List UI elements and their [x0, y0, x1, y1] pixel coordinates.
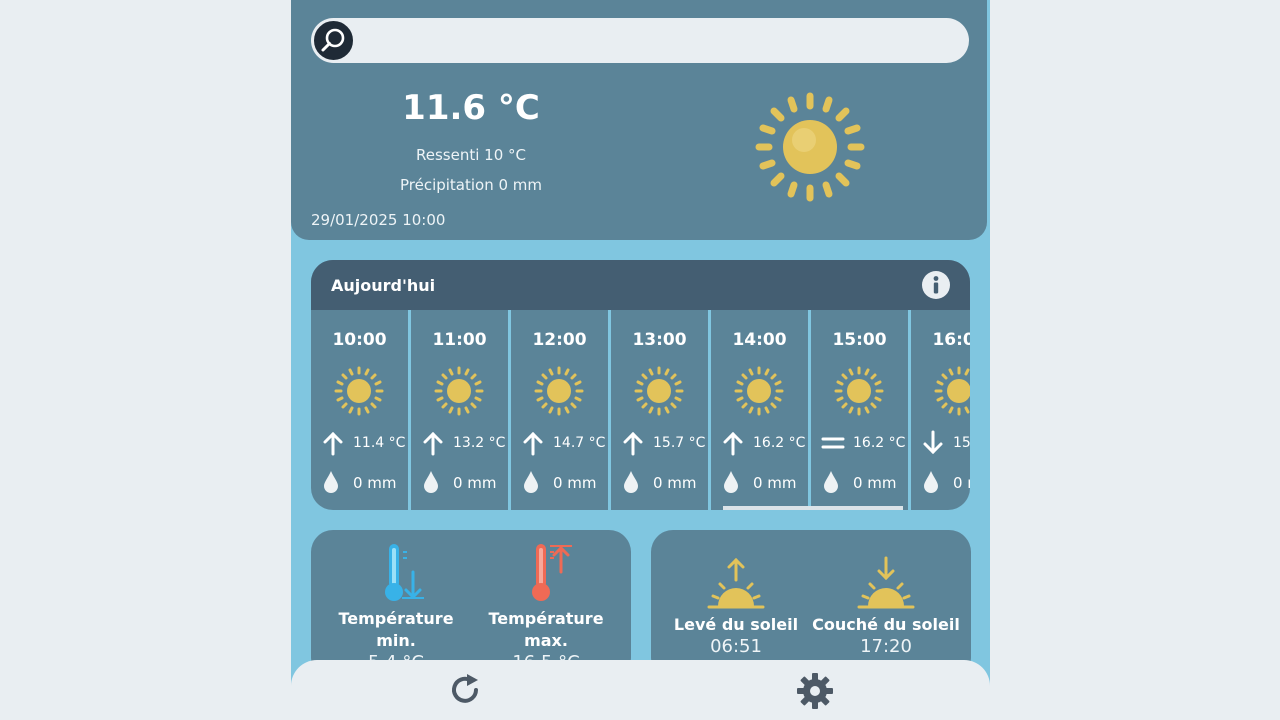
hour-precipitation: 0 mm: [553, 474, 597, 492]
sunset-icon: [857, 556, 915, 609]
sun-icon: [934, 366, 970, 416]
hour-time: 10:00: [332, 330, 387, 350]
sunset-time: 17:20: [860, 636, 912, 657]
search-button[interactable]: [312, 19, 355, 62]
sunrise-label: Levé du soleil: [673, 615, 799, 634]
hour-precipitation: 0 mm: [353, 474, 397, 492]
sun-icon: [334, 366, 384, 416]
raindrop-icon: [924, 471, 938, 493]
arrow-up-icon: [423, 431, 443, 456]
raindrop-icon: [624, 471, 638, 493]
refresh-icon[interactable]: [448, 672, 484, 708]
sunrise-time: 06:51: [710, 636, 762, 657]
arrow-up-icon: [323, 431, 343, 456]
hour-column: 12:00 14.7 °C 0 mm: [511, 310, 611, 510]
hour-time: 13:00: [632, 330, 687, 350]
hour-column: 15:00 16.2 °C 0 mm: [811, 310, 911, 510]
arrow-up-icon: [623, 431, 643, 456]
hour-temperature: 11.4 °C: [353, 435, 406, 451]
current-weather-panel: 11.6 °C Ressenti 10 °C Précipitation 0 m…: [291, 0, 987, 240]
hour-precipitation: 0 mm: [453, 474, 497, 492]
today-forecast-panel: Aujourd'hui 10:00 11.4 °C 0 mm 11:00 13.2 °C…: [311, 260, 970, 510]
arrow-down-icon: [923, 430, 943, 455]
hour-column: 16:00 15.6 °C 0 mm: [911, 310, 970, 510]
hour-time: 14:00: [732, 330, 787, 350]
hour-time: 15:00: [832, 330, 887, 350]
hour-precipitation: 0 mm: [653, 474, 697, 492]
hour-temperature: 16.2 °C: [753, 435, 806, 451]
today-header: Aujourd'hui: [311, 260, 970, 310]
hour-time: 11:00: [432, 330, 487, 350]
hour-time: 16:00: [932, 330, 970, 350]
raindrop-icon: [324, 471, 338, 493]
hour-column: 14:00 16.2 °C 0 mm: [711, 310, 811, 510]
hour-column: 13:00 15.7 °C 0 mm: [611, 310, 711, 510]
min-temperature: Température min. 5.4 °C: [321, 542, 471, 673]
current-precipitation: Précipitation 0 mm: [399, 176, 543, 194]
feels-like: Ressenti 10 °C: [416, 146, 526, 164]
search-icon: [321, 28, 345, 52]
equal-icon: [821, 437, 845, 449]
sun-icon: [834, 366, 884, 416]
hourly-list[interactable]: 10:00 11.4 °C 0 mm 11:00 13.2 °C 0 mm 12:00 14.…: [311, 310, 970, 510]
today-title: Aujourd'hui: [331, 276, 436, 295]
bottom-nav: [291, 660, 990, 720]
raindrop-icon: [524, 471, 538, 493]
max-temperature: Température max. 16.5 °C: [471, 542, 621, 673]
current-temperature: 11.6 °C: [402, 88, 540, 128]
min-temperature-label: Température min.: [338, 609, 454, 650]
sun-icon: [434, 366, 484, 416]
observation-datetime: 29/01/2025 10:00: [311, 211, 446, 229]
thermometer-hot-icon: [532, 544, 572, 601]
sun-icon: [634, 366, 684, 416]
sunset-label: Couché du soleil: [812, 615, 960, 634]
hour-precipitation: 0 mm: [853, 474, 897, 492]
thermometer-cold-icon: [385, 544, 424, 601]
hour-temperature: 16.2 °C: [853, 435, 906, 451]
arrow-up-icon: [523, 431, 543, 456]
search-input[interactable]: [361, 22, 965, 62]
raindrop-icon: [424, 471, 438, 493]
weather-app: 11.6 °C Ressenti 10 °C Précipitation 0 m…: [291, 0, 990, 720]
hour-time: 12:00: [532, 330, 587, 350]
raindrop-icon: [724, 471, 738, 493]
sun-icon: [755, 92, 865, 202]
horizontal-scrollbar[interactable]: [723, 506, 903, 510]
info-icon[interactable]: [921, 270, 951, 300]
raindrop-icon: [824, 471, 838, 493]
min-max-temperature-card: Température min. 5.4 °C Température max.…: [311, 530, 631, 680]
hour-temperature: 15.7 °C: [653, 435, 706, 451]
sunset: Couché du soleil 17:20: [811, 556, 961, 657]
hour-precipitation: 0 mm: [953, 474, 970, 492]
hour-temperature: 15.6 °C: [953, 435, 970, 451]
hour-temperature: 13.2 °C: [453, 435, 506, 451]
arrow-up-icon: [723, 431, 743, 456]
hour-temperature: 14.7 °C: [553, 435, 606, 451]
sun-icon: [734, 366, 784, 416]
sun-icon: [534, 366, 584, 416]
hour-column: 11:00 13.2 °C 0 mm: [411, 310, 511, 510]
sunrise: Levé du soleil 06:51: [661, 556, 811, 657]
sunrise-sunset-card: Levé du soleil 06:51 Couché du soleil 17…: [651, 530, 971, 680]
hour-column: 10:00 11.4 °C 0 mm: [311, 310, 411, 510]
gear-icon[interactable]: [796, 672, 834, 710]
hour-precipitation: 0 mm: [753, 474, 797, 492]
sunrise-icon: [707, 557, 765, 609]
max-temperature-label: Température max.: [488, 609, 604, 650]
